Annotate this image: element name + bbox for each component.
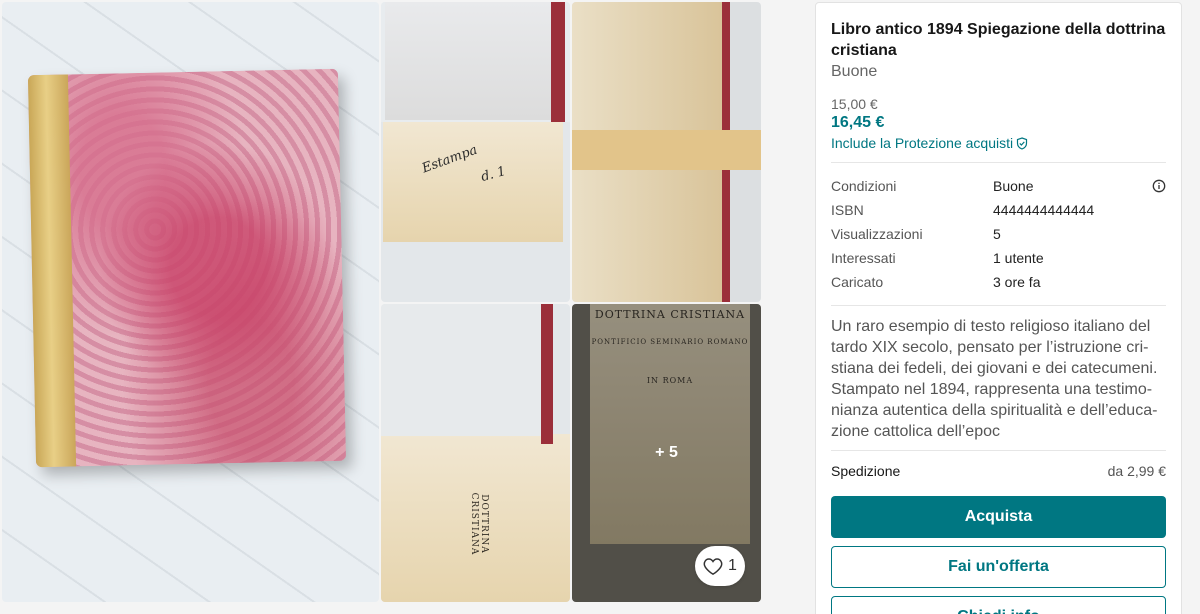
detail-value: 4444444444444 [993, 202, 1095, 218]
shipping-label: Spedizione [831, 463, 901, 479]
detail-row-views: Visualizzazioni 5 [831, 222, 1166, 246]
detail-value: 3 ore fa [993, 274, 1041, 290]
details-list: Condizioni Buone ISBN 4444444444444 Visu… [831, 174, 1166, 294]
item-title: Libro antico 1894 Spiegazione della dott… [831, 21, 1166, 59]
item-price: 15,00 € [831, 96, 878, 112]
info-icon[interactable] [1152, 179, 1166, 193]
detail-row-uploaded: Caricato 3 ore fa [831, 270, 1166, 294]
more-photos-label: + 5 [655, 444, 678, 461]
photo-2[interactable]: Estampa d. 1 [381, 2, 570, 302]
detail-value: 5 [993, 226, 1001, 242]
photo-gallery: Estampa d. 1 DOTTRINA CRISTIANA DOTTRINA… [0, 0, 762, 604]
detail-row-condition: Condizioni Buone [831, 174, 1166, 198]
photo-main[interactable] [2, 2, 379, 602]
ask-info-button[interactable]: Chiedi info [831, 596, 1166, 614]
detail-label: ISBN [831, 202, 864, 218]
buyer-protection-link[interactable]: Include la Protezione acquisti [831, 135, 1166, 151]
detail-label: Interessati [831, 250, 896, 266]
detail-label: Condizioni [831, 178, 897, 194]
shield-check-icon [1017, 136, 1028, 150]
item-details-panel: Libro antico 1894 Spiegazione della dott… [815, 2, 1182, 614]
divider [831, 450, 1166, 451]
buyer-protection-label: Include la Protezione acquisti [831, 135, 1014, 151]
book-cover-image [27, 68, 347, 468]
photo-4[interactable]: DOTTRINA CRISTIANA [381, 304, 570, 602]
detail-value: Buone [993, 178, 1034, 194]
favorite-button[interactable]: 1 [695, 546, 745, 586]
page-print-vertical: DOTTRINA CRISTIANA [469, 492, 489, 556]
divider [831, 305, 1166, 306]
detail-label: Visualizzazioni [831, 226, 923, 242]
detail-label: Caricato [831, 274, 884, 290]
buy-button[interactable]: Acquista [831, 496, 1166, 538]
item-condition-summary: Buone [831, 63, 878, 80]
shipping-value: da 2,99 € [1107, 463, 1166, 479]
divider [831, 162, 1166, 163]
shipping-row: Spedizione da 2,99 € [831, 461, 1166, 481]
item-price-with-protection: 16,45 € [831, 114, 885, 131]
detail-row-interested: Interessati 1 utente [831, 246, 1166, 270]
detail-value: 1 utente [993, 250, 1044, 266]
item-description: Un raro esempio di testo religioso itali… [831, 318, 1158, 440]
detail-row-isbn: ISBN 4444444444444 [831, 198, 1166, 222]
heart-icon [703, 558, 723, 575]
favorite-count: 1 [728, 557, 737, 574]
photo-3[interactable] [572, 2, 761, 302]
make-offer-button[interactable]: Fai un'offerta [831, 546, 1166, 588]
book-spine [27, 74, 77, 468]
